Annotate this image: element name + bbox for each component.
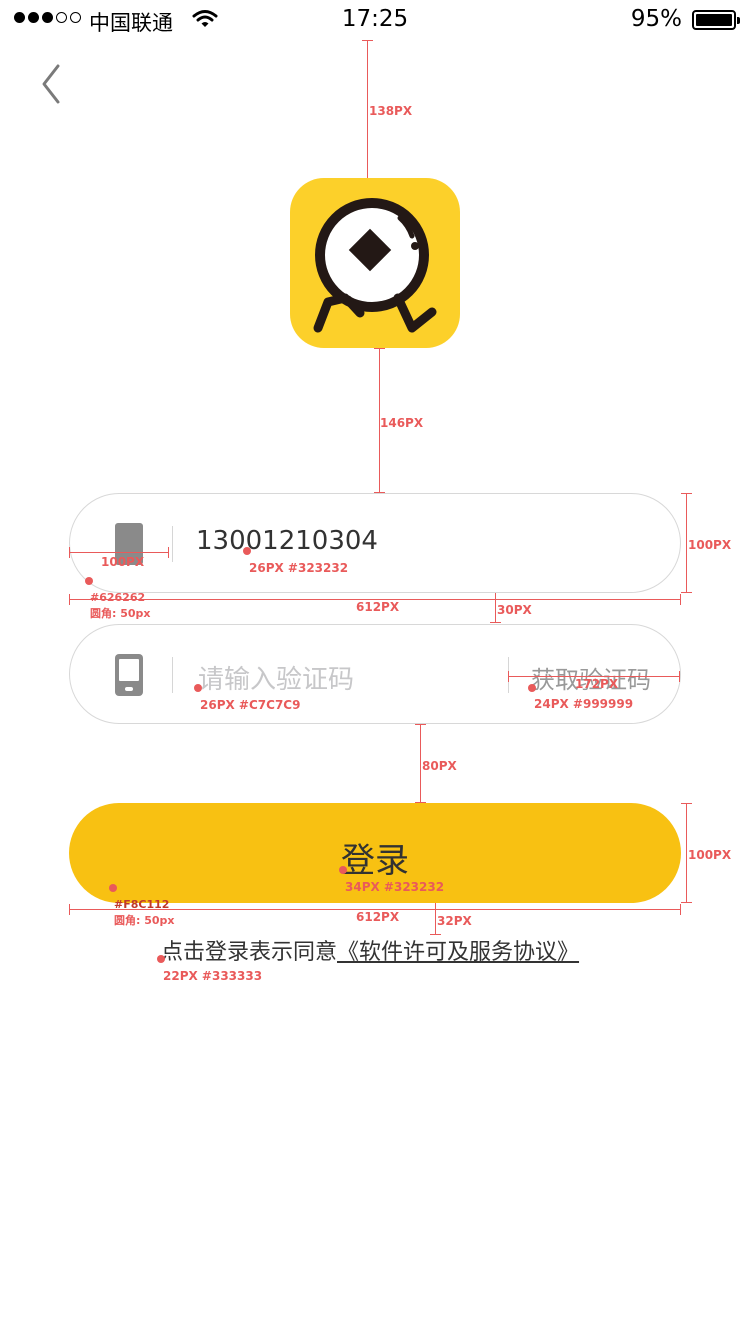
code-input[interactable]: 请输入验证码 xyxy=(198,659,354,696)
annotation-label: 146PX xyxy=(380,416,424,430)
spacing-marker xyxy=(420,724,421,803)
annotation-label: 圆角: 50px xyxy=(114,914,175,927)
annotation-label: 80PX xyxy=(422,759,457,773)
agreement-text: 点击登录表示同意《软件许可及服务协议》 xyxy=(161,934,579,966)
chevron-left-icon[interactable] xyxy=(36,62,66,106)
spacing-marker xyxy=(686,803,687,903)
status-bar: 中国联通 17:25 95% xyxy=(0,0,750,40)
field-divider xyxy=(172,526,173,562)
app-logo xyxy=(290,178,460,348)
annotation-label: 138PX xyxy=(369,104,413,118)
annotation-label: 100PX xyxy=(101,555,145,569)
spacing-marker xyxy=(69,552,169,553)
annotation-label: 34PX #323232 xyxy=(345,880,445,894)
spacing-marker xyxy=(686,493,687,593)
annotation-label: 612PX xyxy=(356,600,400,614)
spacing-marker xyxy=(435,903,436,935)
annotation-label: #626262 xyxy=(90,591,146,604)
annotation-label: 圆角: 50px xyxy=(90,607,151,620)
coin-runner-logo-icon xyxy=(313,198,437,333)
phone-field[interactable]: 13001210304 xyxy=(69,493,681,593)
field-divider xyxy=(172,657,173,693)
license-agreement-link[interactable]: 《软件许可及服务协议》 xyxy=(337,940,579,965)
battery-percent: 95% xyxy=(630,6,682,32)
login-button-label: 登录 xyxy=(341,841,409,881)
agreement-prefix: 点击登录表示同意 xyxy=(161,940,338,965)
annotation-label: 100PX xyxy=(688,538,732,552)
annotation-label: 24PX #999999 xyxy=(534,697,634,711)
annotation-label: 26PX #323232 xyxy=(249,561,349,575)
phone-number-value[interactable]: 13001210304 xyxy=(196,526,378,556)
sms-phone-icon xyxy=(115,654,143,696)
annotation-label: 22PX #333333 xyxy=(163,969,263,983)
annotation-label: 26PX #C7C7C9 xyxy=(200,698,301,712)
annotation-label: 612PX xyxy=(356,910,400,924)
annotation-label: 172PX xyxy=(575,677,619,691)
annotation-label: 32PX xyxy=(437,914,472,928)
spacing-marker xyxy=(367,40,368,178)
annotation-label: 30PX xyxy=(497,603,532,617)
spacing-marker xyxy=(495,593,496,623)
annotation-label: 100PX xyxy=(688,848,732,862)
battery-icon xyxy=(692,10,740,30)
